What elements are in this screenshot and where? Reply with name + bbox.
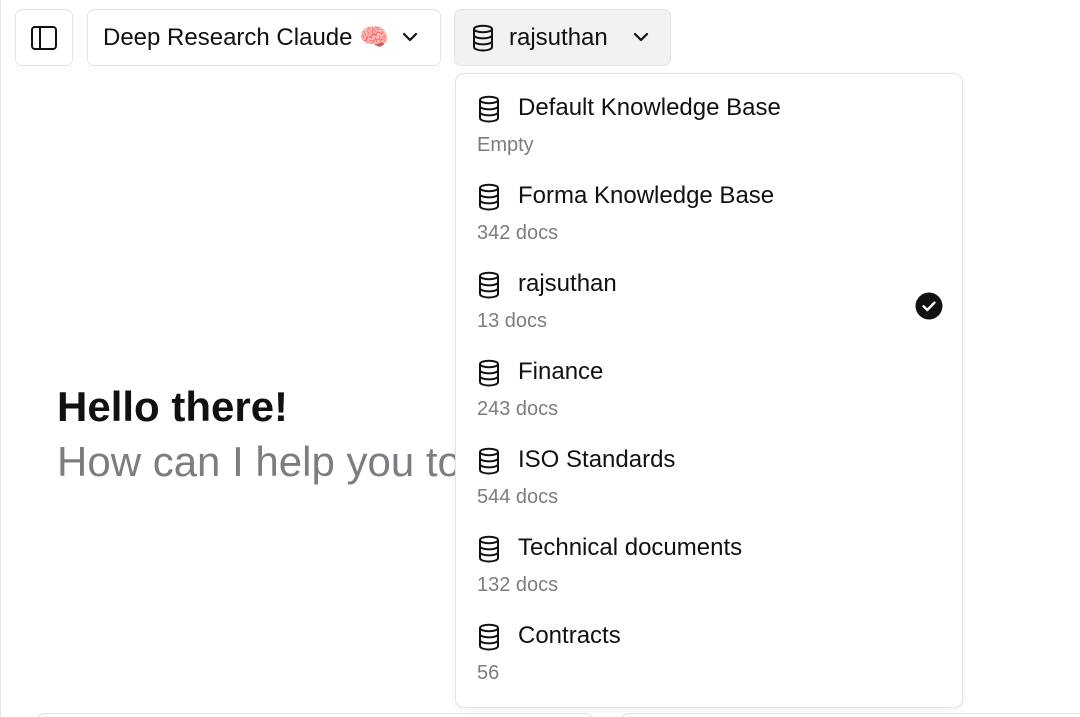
model-selector-button[interactable]: Deep Research Claude 🧠: [87, 9, 441, 66]
suggestion-card[interactable]: [620, 713, 1080, 717]
knowledge-base-option[interactable]: Contracts 56: [456, 602, 962, 690]
knowledge-base-dropdown: Default Knowledge Base Empty Forma Knowl…: [455, 73, 963, 708]
knowledge-base-doc-count: 544 docs: [477, 486, 559, 508]
database-icon: [479, 183, 499, 211]
chat-page: Deep Research Claude 🧠 rajsuthan Hello t…: [0, 0, 1080, 717]
database-icon: [479, 95, 499, 123]
knowledge-base-option[interactable]: Default Knowledge Base Empty: [456, 74, 962, 162]
sidebar-toggle-button[interactable]: [15, 9, 73, 66]
database-icon: [479, 447, 499, 475]
knowledge-base-name: rajsuthan: [518, 270, 617, 297]
greeting-title: Hello there!: [57, 383, 289, 430]
database-icon: [479, 271, 499, 299]
knowledge-base-name: Technical documents: [518, 534, 743, 561]
chevron-down-icon: [402, 32, 418, 42]
knowledge-base-name: ISO Standards: [518, 446, 676, 473]
chevron-down-icon: [633, 32, 649, 42]
check-circle-icon: [915, 292, 943, 320]
knowledge-base-name: Contracts: [518, 622, 621, 649]
knowledge-base-doc-count: 56: [477, 662, 500, 684]
knowledge-base-doc-count: 243 docs: [477, 398, 559, 420]
knowledge-base-option[interactable]: Forma Knowledge Base 342 docs: [456, 162, 962, 250]
knowledge-base-doc-count: 342 docs: [477, 222, 559, 244]
suggestion-card[interactable]: [36, 713, 594, 717]
knowledge-base-option[interactable]: ISO Standards 544 docs: [456, 426, 962, 514]
knowledge-base-name: Forma Knowledge Base: [518, 182, 775, 209]
database-icon: [479, 535, 499, 563]
database-icon: [479, 359, 499, 387]
model-selector-label: Deep Research Claude 🧠: [103, 24, 390, 51]
knowledge-base-name: Finance: [518, 358, 604, 385]
knowledge-base-doc-count: 132 docs: [477, 574, 559, 596]
left-divider: [0, 0, 1, 717]
knowledge-base-doc-count: Empty: [477, 134, 534, 156]
knowledge-base-option-selected[interactable]: rajsuthan 13 docs: [456, 250, 962, 338]
knowledge-base-selector-label: rajsuthan: [509, 23, 608, 51]
greeting-subtitle: How can I help you to: [57, 438, 461, 485]
knowledge-base-option[interactable]: Finance 243 docs: [456, 338, 962, 426]
knowledge-base-name: Default Knowledge Base: [518, 94, 781, 121]
knowledge-base-doc-count: 13 docs: [477, 310, 548, 332]
sidebar-panel-icon: [31, 25, 57, 50]
knowledge-base-option[interactable]: Technical documents 132 docs: [456, 514, 962, 602]
database-icon: [479, 623, 499, 651]
database-icon: [473, 24, 493, 52]
knowledge-base-selector-button[interactable]: rajsuthan: [454, 9, 671, 66]
